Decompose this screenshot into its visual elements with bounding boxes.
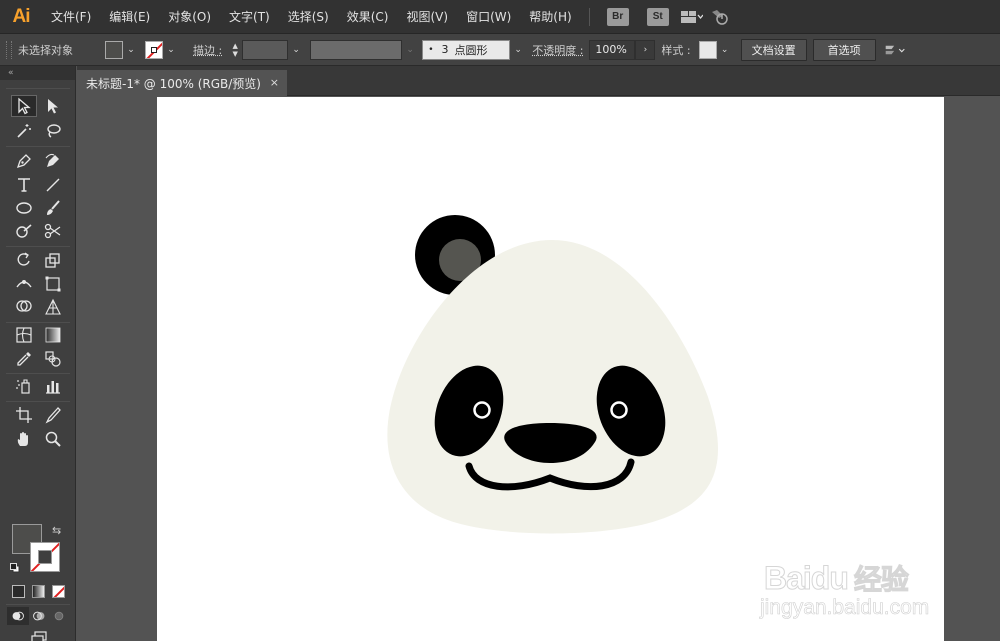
- document-tab-bar: 未标题-1* @ 100% (RGB/预览) ×: [77, 66, 1000, 96]
- stroke-weight-stepper[interactable]: ▲ ▼: [228, 40, 242, 60]
- color-mode-icon[interactable]: [12, 585, 25, 598]
- tools-divider: [6, 88, 70, 89]
- opacity-field[interactable]: 100%: [589, 39, 636, 60]
- curvature-tool-icon[interactable]: [40, 150, 66, 172]
- style-label: 样式 :: [661, 43, 691, 57]
- default-fill-stroke-icon[interactable]: [10, 562, 20, 573]
- menu-window[interactable]: 窗口(W): [457, 0, 520, 34]
- slice-tool-icon[interactable]: [40, 404, 66, 426]
- gradient-tool-icon[interactable]: [40, 324, 66, 346]
- artboard-tool-icon[interactable]: [11, 404, 37, 426]
- eyedropper-tool-icon[interactable]: [11, 348, 37, 370]
- draw-inside-icon[interactable]: [49, 607, 69, 625]
- swap-fill-stroke-icon[interactable]: ⇆: [52, 524, 61, 537]
- document-setup-button[interactable]: 文档设置: [740, 38, 807, 61]
- draw-behind-icon[interactable]: [29, 607, 49, 625]
- tools-divider: [6, 604, 70, 605]
- free-transform-tool-icon[interactable]: [40, 273, 66, 295]
- menu-file[interactable]: 文件(F): [42, 0, 100, 34]
- perspective-grid-tool-icon[interactable]: [40, 296, 66, 318]
- gpu-performance-icon[interactable]: [709, 7, 731, 27]
- draw-normal-icon[interactable]: [7, 607, 29, 625]
- scissors-tool-icon[interactable]: [40, 220, 66, 242]
- tools-divider: [6, 246, 70, 247]
- collapse-tools-icon[interactable]: «: [0, 66, 75, 80]
- none-mode-icon[interactable]: [52, 585, 65, 598]
- pen-tool-icon[interactable]: [11, 150, 37, 172]
- tools-panel: « ⇆: [0, 66, 76, 641]
- graphic-style-swatch[interactable]: [698, 40, 717, 59]
- symbol-sprayer-tool-icon[interactable]: [11, 375, 37, 397]
- change-screen-mode-icon[interactable]: [26, 629, 52, 641]
- selection-tool-icon[interactable]: [11, 95, 37, 117]
- direct-selection-tool-icon[interactable]: [40, 95, 66, 117]
- brush-shape: 点圆形: [454, 43, 488, 57]
- fill-dropdown-chevron-icon[interactable]: ⌄: [123, 40, 139, 60]
- app-logo: Ai: [12, 5, 31, 27]
- stroke-label[interactable]: 描边 :: [187, 42, 228, 58]
- stroke-weight-field[interactable]: [242, 39, 289, 60]
- stroke-weight-dropdown-icon[interactable]: ⌄: [288, 40, 304, 60]
- stroke-dropdown-chevron-icon[interactable]: ⌄: [163, 40, 179, 60]
- menu-select[interactable]: 选择(S): [279, 0, 338, 34]
- control-bar: 未选择对象 ⌄ ⌄ 描边 : ▲ ▼ ⌄ ⌄ • 3 点圆形 ⌄ 不透明度 : 1…: [0, 34, 1000, 66]
- rotate-tool-icon[interactable]: [11, 249, 37, 271]
- artboard[interactable]: [157, 97, 944, 641]
- scale-tool-icon[interactable]: [40, 249, 66, 271]
- illustrator-window: Ai 文件(F) 编辑(E) 对象(O) 文字(T) 选择(S) 效果(C) 视…: [0, 0, 1000, 641]
- magic-wand-tool-icon[interactable]: [11, 120, 37, 142]
- shaper-tool-icon[interactable]: [11, 220, 37, 242]
- tools-divider: [6, 373, 70, 374]
- menu-effect[interactable]: 效果(C): [338, 0, 398, 34]
- brush-dropdown-icon[interactable]: ⌄: [510, 40, 526, 60]
- menu-divider: [588, 7, 590, 26]
- ellipse-tool-icon[interactable]: [11, 197, 37, 219]
- menu-object[interactable]: 对象(O): [159, 0, 220, 34]
- panda-left-eye[interactable]: [473, 401, 491, 419]
- tools-divider: [6, 146, 70, 147]
- menu-view[interactable]: 视图(V): [397, 0, 457, 34]
- mesh-tool-icon[interactable]: [11, 324, 37, 346]
- brush-dot-icon: •: [428, 44, 434, 55]
- selection-status: 未选择对象: [18, 43, 73, 57]
- stroke-color-box[interactable]: [30, 542, 60, 572]
- canvas-area[interactable]: [77, 97, 1000, 641]
- variable-width-profile[interactable]: [310, 39, 403, 60]
- zoom-tool-icon[interactable]: [40, 428, 66, 450]
- document-tab[interactable]: 未标题-1* @ 100% (RGB/预览) ×: [77, 70, 287, 96]
- variable-width-dropdown-icon[interactable]: ⌄: [402, 40, 418, 60]
- stroke-swatch[interactable]: [145, 40, 163, 59]
- stock-button[interactable]: St: [646, 7, 669, 26]
- blend-tool-icon[interactable]: [40, 348, 66, 370]
- menu-help[interactable]: 帮助(H): [520, 0, 580, 34]
- brush-definition-field[interactable]: • 3 点圆形: [422, 39, 511, 60]
- opacity-label[interactable]: 不透明度 :: [526, 42, 589, 58]
- tools-divider: [6, 322, 70, 323]
- hand-tool-icon[interactable]: [11, 428, 37, 450]
- menu-type[interactable]: 文字(T): [220, 0, 279, 34]
- width-tool-icon[interactable]: [11, 273, 37, 295]
- paintbrush-tool-icon[interactable]: [40, 197, 66, 219]
- graphic-style-dropdown-icon[interactable]: ⌄: [717, 40, 733, 60]
- align-panel-icon[interactable]: [884, 40, 906, 60]
- panda-right-eye[interactable]: [610, 401, 628, 419]
- brush-point-size: 3: [441, 43, 449, 56]
- panda-artwork: [387, 215, 719, 534]
- line-segment-tool-icon[interactable]: [40, 174, 66, 196]
- gradient-mode-icon[interactable]: [32, 585, 45, 598]
- column-graph-tool-icon[interactable]: [40, 375, 66, 397]
- bridge-button[interactable]: Br: [606, 7, 629, 26]
- opacity-arrow-icon[interactable]: ›: [635, 39, 656, 60]
- menu-edit[interactable]: 编辑(E): [100, 0, 159, 34]
- fill-swatch[interactable]: [105, 40, 123, 59]
- arrange-documents-icon[interactable]: [680, 7, 703, 27]
- menu-bar: Ai 文件(F) 编辑(E) 对象(O) 文字(T) 选择(S) 效果(C) 视…: [0, 0, 1000, 34]
- tools-divider: [6, 401, 70, 402]
- document-tab-title: 未标题-1* @ 100% (RGB/预览): [86, 76, 261, 91]
- close-tab-icon[interactable]: ×: [270, 76, 279, 89]
- lasso-tool-icon[interactable]: [40, 120, 66, 142]
- preferences-button[interactable]: 首选项: [812, 38, 876, 61]
- type-tool-icon[interactable]: [11, 174, 37, 196]
- shape-builder-tool-icon[interactable]: [11, 296, 37, 318]
